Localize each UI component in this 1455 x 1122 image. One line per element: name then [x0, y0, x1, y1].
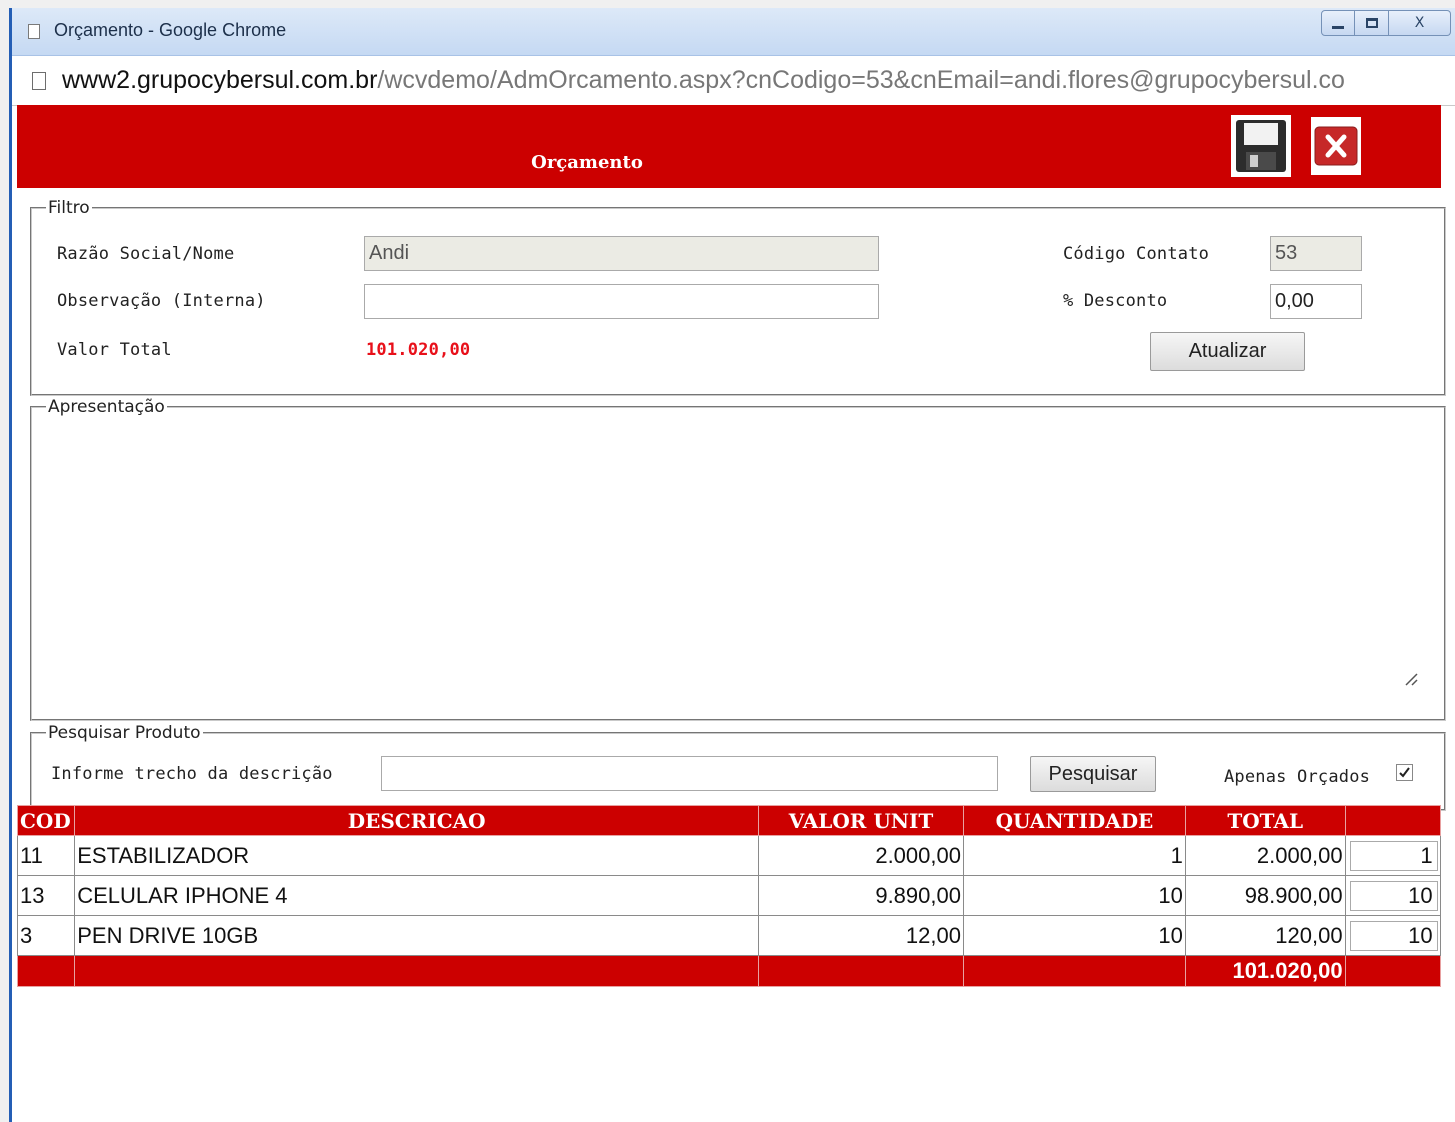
cell-qty-edit: 10 — [1344, 875, 1442, 916]
title-bar: Orçamento - Google Chrome X — [12, 8, 1455, 56]
filtro-legend: Filtro — [48, 198, 90, 218]
table-row: 13 CELULAR IPHONE 4 9.890,00 10 98.900,0… — [16, 875, 1442, 916]
header-total: TOTAL — [1184, 805, 1346, 836]
address-bar[interactable]: www2.grupocybersul.com.br/wcvdemo/AdmOrc… — [12, 56, 1455, 106]
cell-cod: 3 — [16, 915, 76, 956]
valor-total-value: 101.020,00 — [366, 340, 471, 360]
apenas-orcados-label: Apenas Orçados — [1224, 767, 1371, 787]
close-button[interactable] — [1311, 117, 1361, 175]
footer-cell — [962, 955, 1186, 987]
quantity-input[interactable]: 1 — [1349, 840, 1438, 871]
page-header: Orçamento — [17, 105, 1441, 188]
cell-cod: 13 — [16, 875, 76, 916]
pesquisar-legend: Pesquisar Produto — [48, 723, 201, 743]
atualizar-button[interactable]: Atualizar — [1150, 332, 1305, 371]
minimize-button[interactable] — [1321, 10, 1355, 36]
cell-valor-unit: 2.000,00 — [758, 835, 964, 876]
page-icon — [32, 72, 46, 90]
header-cod: COD — [16, 805, 76, 836]
desconto-label: % Desconto — [1063, 291, 1168, 311]
codigo-contato-label: Código Contato — [1063, 244, 1210, 264]
window-title: Orçamento - Google Chrome — [54, 20, 287, 40]
save-button[interactable] — [1231, 115, 1291, 177]
header-qty-edit — [1344, 805, 1442, 836]
cell-qty-edit: 10 — [1344, 915, 1442, 956]
header-valor-unit: VALOR UNIT — [758, 805, 964, 836]
pesquisar-button[interactable]: Pesquisar — [1030, 756, 1156, 792]
maximize-button[interactable] — [1355, 10, 1389, 36]
url-text[interactable]: www2.grupocybersul.com.br/wcvdemo/AdmOrc… — [62, 66, 1345, 95]
page-title: Orçamento — [531, 152, 643, 173]
footer-total: 101.020,00 — [1184, 955, 1346, 987]
cell-quantidade: 10 — [962, 875, 1186, 916]
quantity-input[interactable]: 10 — [1349, 920, 1438, 951]
red-x-close-icon — [1314, 126, 1358, 166]
window-controls: X — [1321, 10, 1451, 42]
codigo-contato-field[interactable]: 53 — [1270, 236, 1362, 271]
cell-total: 2.000,00 — [1184, 835, 1346, 876]
url-host: www2.grupocybersul.com.br — [62, 66, 378, 94]
razao-social-field[interactable]: Andi — [364, 236, 879, 271]
razao-social-label: Razão Social/Nome — [57, 244, 235, 264]
valor-total-label: Valor Total — [57, 340, 172, 360]
apresentacao-legend: Apresentação — [48, 397, 165, 417]
close-window-button[interactable]: X — [1389, 10, 1451, 36]
floppy-disk-icon — [1236, 120, 1286, 172]
cell-total: 120,00 — [1184, 915, 1346, 956]
header-descricao: DESCRICAO — [74, 805, 760, 836]
footer-cell — [1344, 955, 1442, 987]
apenas-orcados-checkbox[interactable] — [1396, 764, 1413, 781]
minimize-icon — [1332, 25, 1344, 29]
close-icon: X — [1414, 15, 1425, 31]
table-row: 11 ESTABILIZADOR 2.000,00 1 2.000,00 1 — [16, 835, 1442, 876]
header-quantidade: QUANTIDADE — [962, 805, 1186, 836]
cell-total: 98.900,00 — [1184, 875, 1346, 916]
footer-cell — [758, 955, 964, 987]
maximize-icon — [1365, 18, 1378, 28]
trecho-input[interactable] — [381, 756, 998, 791]
observacao-field[interactable] — [364, 284, 879, 319]
cell-quantidade: 1 — [962, 835, 1186, 876]
cell-descricao: ESTABILIZADOR — [74, 835, 760, 876]
products-table: COD DESCRICAO VALOR UNIT QUANTIDADE TOTA… — [16, 805, 1442, 987]
cell-quantidade: 10 — [962, 915, 1186, 956]
desconto-field[interactable]: 0,00 — [1270, 284, 1362, 319]
footer-cell — [74, 955, 760, 987]
document-icon — [28, 24, 40, 39]
url-path: /wcvdemo/AdmOrcamento.aspx?cnCodigo=53&c… — [377, 66, 1345, 94]
cell-descricao: CELULAR IPHONE 4 — [74, 875, 760, 916]
cell-qty-edit: 1 — [1344, 835, 1442, 876]
cell-descricao: PEN DRIVE 10GB — [74, 915, 760, 956]
table-footer-row: 101.020,00 — [16, 955, 1442, 987]
observacao-label: Observação (Interna) — [57, 291, 266, 311]
cell-valor-unit: 9.890,00 — [758, 875, 964, 916]
table-row: 3 PEN DRIVE 10GB 12,00 10 120,00 10 — [16, 915, 1442, 956]
resize-grip-icon[interactable] — [1404, 672, 1418, 686]
cell-valor-unit: 12,00 — [758, 915, 964, 956]
apresentacao-textarea[interactable] — [34, 420, 1440, 716]
cell-cod: 11 — [16, 835, 76, 876]
checkmark-icon — [1399, 767, 1410, 778]
trecho-label: Informe trecho da descrição — [51, 764, 333, 784]
quantity-input[interactable]: 10 — [1349, 880, 1438, 911]
footer-cell — [16, 955, 76, 987]
table-header-row: COD DESCRICAO VALOR UNIT QUANTIDADE TOTA… — [16, 805, 1442, 836]
